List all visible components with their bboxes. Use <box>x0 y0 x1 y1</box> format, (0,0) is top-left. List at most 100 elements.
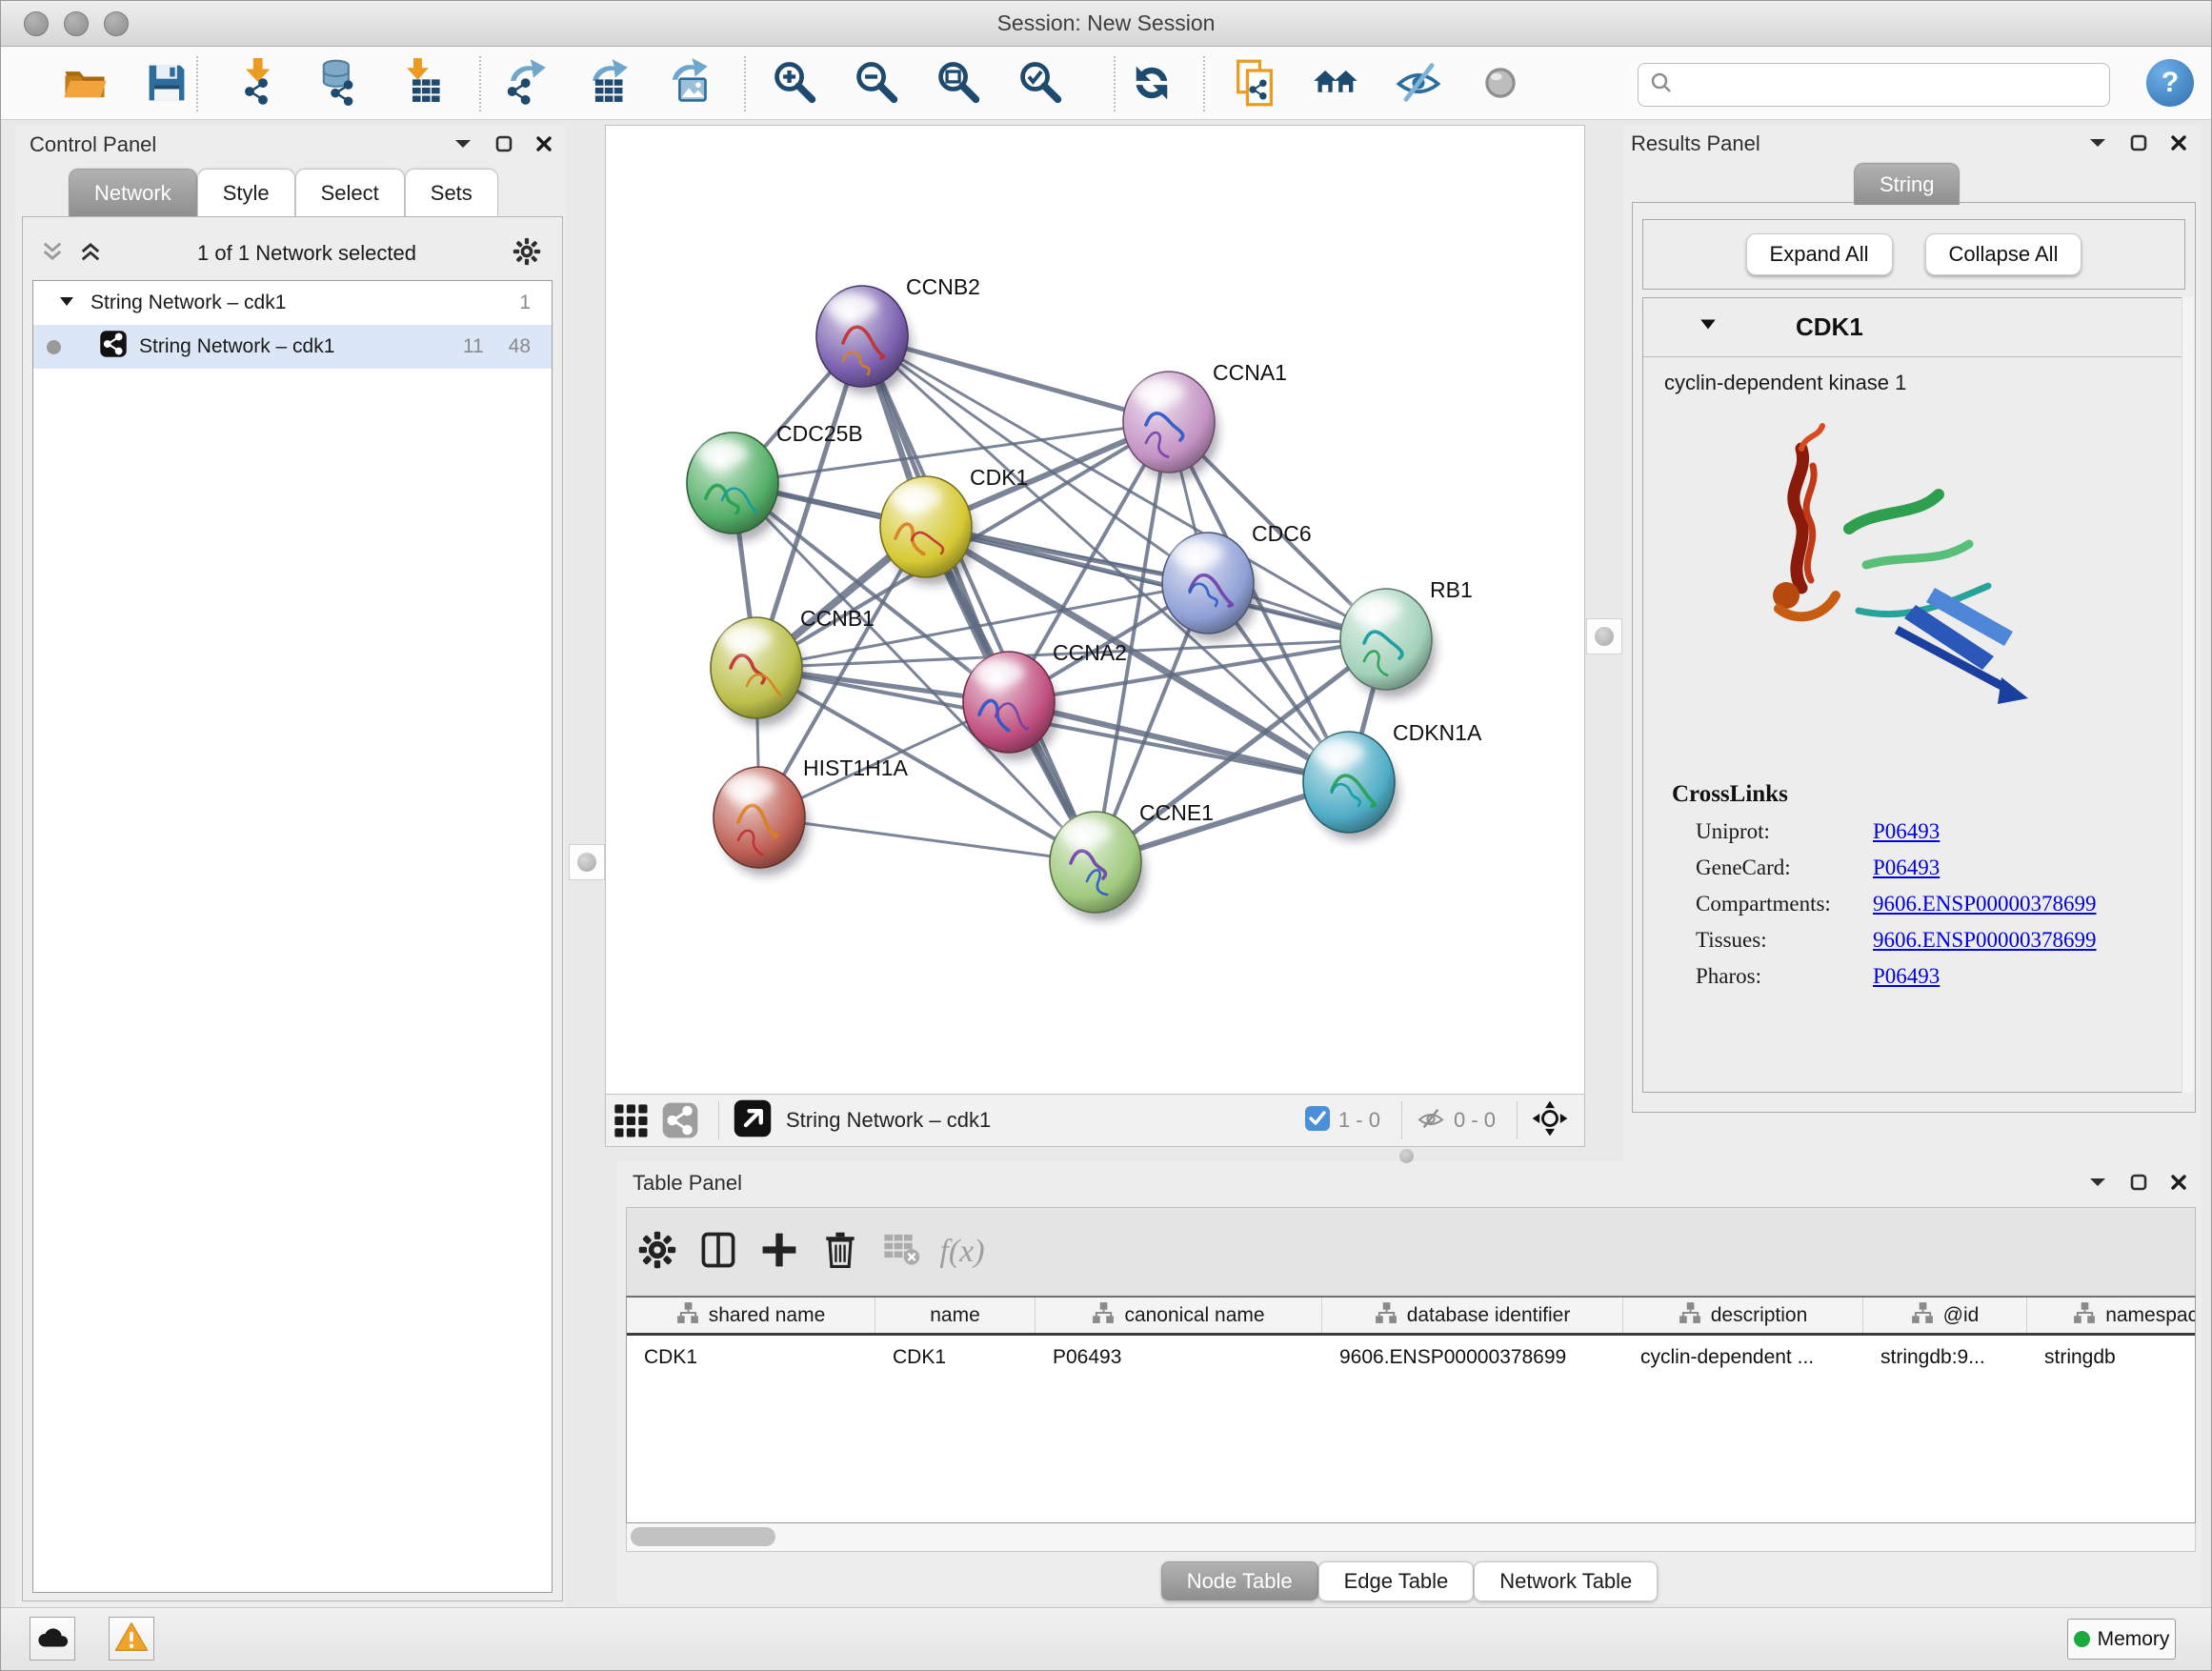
column-header-description[interactable]: description <box>1623 1298 1863 1333</box>
table-cell[interactable]: CDK1 <box>627 1336 875 1379</box>
tab-node-table[interactable]: Node Table <box>1161 1561 1318 1601</box>
crosslink-link[interactable]: P06493 <box>1873 819 1940 844</box>
tab-edge-table[interactable]: Edge Table <box>1318 1561 1475 1601</box>
network-options-gear-icon[interactable] <box>511 235 543 272</box>
table-cell[interactable]: cyclin-dependent ... <box>1623 1336 1863 1379</box>
first-neighbors-button[interactable] <box>1310 58 1363 111</box>
tab-select[interactable]: Select <box>295 169 405 216</box>
panel-menu-icon[interactable] <box>2087 1175 2108 1195</box>
network-edge[interactable] <box>862 336 1096 862</box>
tab-style[interactable]: Style <box>197 169 295 216</box>
selected-nodes-checkbox-icon[interactable] <box>1304 1105 1331 1137</box>
collapse-all-button[interactable]: Collapse All <box>1925 233 2082 275</box>
section-expander-icon[interactable] <box>1699 317 1718 337</box>
tab-network[interactable]: Network <box>69 169 197 216</box>
protein-section-header[interactable]: CDK1 <box>1643 298 2184 357</box>
network-node-CDK1[interactable]: CDK1 <box>880 465 1028 585</box>
clone-network-button[interactable] <box>1228 58 1281 111</box>
crosslink-link[interactable]: 9606.ENSP00000378699 <box>1873 892 2097 916</box>
network-node-CDC25B[interactable]: CDC25B <box>687 421 863 541</box>
create-column-button[interactable] <box>688 1225 749 1278</box>
save-session-button[interactable] <box>140 58 193 111</box>
table-cell[interactable]: CDK1 <box>875 1336 1036 1379</box>
zoom-out-button[interactable] <box>850 58 903 111</box>
table-settings-button[interactable] <box>627 1225 688 1278</box>
zoom-fit-button[interactable] <box>932 58 985 111</box>
column-header-namespace[interactable]: namespace <box>2027 1298 2196 1333</box>
column-header-canonical-name[interactable]: canonical name <box>1036 1298 1322 1333</box>
column-header-database-identifier[interactable]: database identifier <box>1322 1298 1623 1333</box>
panel-menu-icon[interactable] <box>2087 135 2108 155</box>
tree-expander-icon[interactable] <box>58 292 75 314</box>
crosslink-link[interactable]: 9606.ENSP00000378699 <box>1873 928 2097 953</box>
column-header-name[interactable]: name <box>875 1298 1036 1333</box>
expand-all-networks-icon[interactable] <box>78 239 103 269</box>
hidden-eye-icon[interactable] <box>1416 1103 1446 1138</box>
table-cell[interactable]: stringdb:9... <box>1863 1336 2027 1379</box>
zoom-selected-button[interactable] <box>1014 58 1067 111</box>
network-edge[interactable] <box>1009 702 1349 782</box>
network-node-CCNA1[interactable]: CCNA1 <box>1123 360 1287 480</box>
table-cell[interactable]: 9606.ENSP00000378699 <box>1322 1336 1623 1379</box>
crosslink-link[interactable]: P06493 <box>1873 964 1940 989</box>
panel-close-icon[interactable] <box>2169 133 2188 157</box>
help-button[interactable]: ? <box>2146 59 2194 107</box>
panel-float-icon[interactable] <box>2129 133 2148 157</box>
export-table-button[interactable] <box>578 58 632 111</box>
network-node-CCNE1[interactable]: CCNE1 <box>1050 800 1214 920</box>
search-input[interactable] <box>1675 68 2100 102</box>
scrollbar-thumb[interactable] <box>631 1527 775 1546</box>
tab-sets[interactable]: Sets <box>405 169 498 216</box>
grid-view-icon[interactable] <box>606 1094 655 1147</box>
table-row[interactable]: CDK1CDK1P064939606.ENSP00000378699cyclin… <box>627 1336 2195 1379</box>
network-canvas[interactable]: CCNB2 CCNA1 CDC25BCDK1 CDC6RB1 CCNB1 CCNA2 CDK… <box>606 126 1584 1094</box>
network-node-HIST1H1A[interactable]: HIST1H1A <box>714 755 909 876</box>
import-table-button[interactable] <box>393 58 447 111</box>
panel-menu-icon[interactable] <box>452 136 473 156</box>
right-splitter-handle[interactable] <box>1586 618 1622 654</box>
add-row-button[interactable] <box>749 1225 810 1278</box>
column-header--id[interactable]: @id <box>1863 1298 2027 1333</box>
open-session-button[interactable] <box>58 58 111 111</box>
warnings-button[interactable] <box>109 1617 154 1661</box>
table-cell[interactable]: P06493 <box>1036 1336 1322 1379</box>
tab-network-table[interactable]: Network Table <box>1474 1561 1658 1601</box>
tab-string[interactable]: String <box>1854 163 1960 205</box>
appearance-button[interactable] <box>1474 58 1527 111</box>
zoom-in-button[interactable] <box>768 58 821 111</box>
memory-button[interactable]: Memory <box>2067 1619 2176 1660</box>
network-edge[interactable] <box>759 817 1096 862</box>
cloud-button[interactable] <box>30 1617 75 1661</box>
table-hscrollbar[interactable] <box>626 1523 2196 1552</box>
crosslink-link[interactable]: P06493 <box>1873 856 1940 880</box>
panel-close-icon[interactable] <box>2169 1173 2188 1197</box>
network-row-selected[interactable]: String Network – cdk1 11 48 <box>33 325 552 369</box>
table-cell[interactable]: stringdb <box>2027 1336 2196 1379</box>
import-network-button[interactable] <box>230 58 283 111</box>
results-scrollbar[interactable] <box>2182 297 2193 1093</box>
collapse-all-networks-icon[interactable] <box>40 239 65 269</box>
expand-all-button[interactable]: Expand All <box>1746 233 1893 275</box>
panel-float-icon[interactable] <box>2129 1173 2148 1197</box>
network-node-CDC6[interactable]: CDC6 <box>1162 521 1312 641</box>
import-database-button[interactable] <box>312 58 365 111</box>
network-node-CCNB2[interactable]: CCNB2 <box>816 274 980 394</box>
left-splitter-handle[interactable] <box>569 844 605 880</box>
export-network-button[interactable] <box>496 58 550 111</box>
refresh-layout-button[interactable] <box>1125 58 1178 111</box>
network-node-CCNA2[interactable]: CCNA2 <box>963 640 1127 760</box>
panel-float-icon[interactable] <box>494 134 513 158</box>
search-box[interactable] <box>1638 63 2110 107</box>
network-node-RB1[interactable]: RB1 <box>1340 577 1473 697</box>
column-header-shared-name[interactable]: shared name <box>627 1298 875 1333</box>
network-node-CDKN1A[interactable]: CDKN1A <box>1303 720 1482 840</box>
network-collection-row[interactable]: String Network – cdk1 1 <box>33 281 552 325</box>
show-hide-button[interactable] <box>1392 58 1445 111</box>
panel-close-icon[interactable] <box>534 134 553 158</box>
network-node-CCNB1[interactable]: CCNB1 <box>711 606 875 726</box>
export-image-button[interactable] <box>660 58 714 111</box>
open-in-browser-icon[interactable] <box>733 1098 773 1143</box>
string-view-icon[interactable] <box>655 1094 705 1147</box>
delete-button[interactable] <box>810 1225 871 1278</box>
horizontal-splitter-handle[interactable] <box>1399 1149 1414 1163</box>
